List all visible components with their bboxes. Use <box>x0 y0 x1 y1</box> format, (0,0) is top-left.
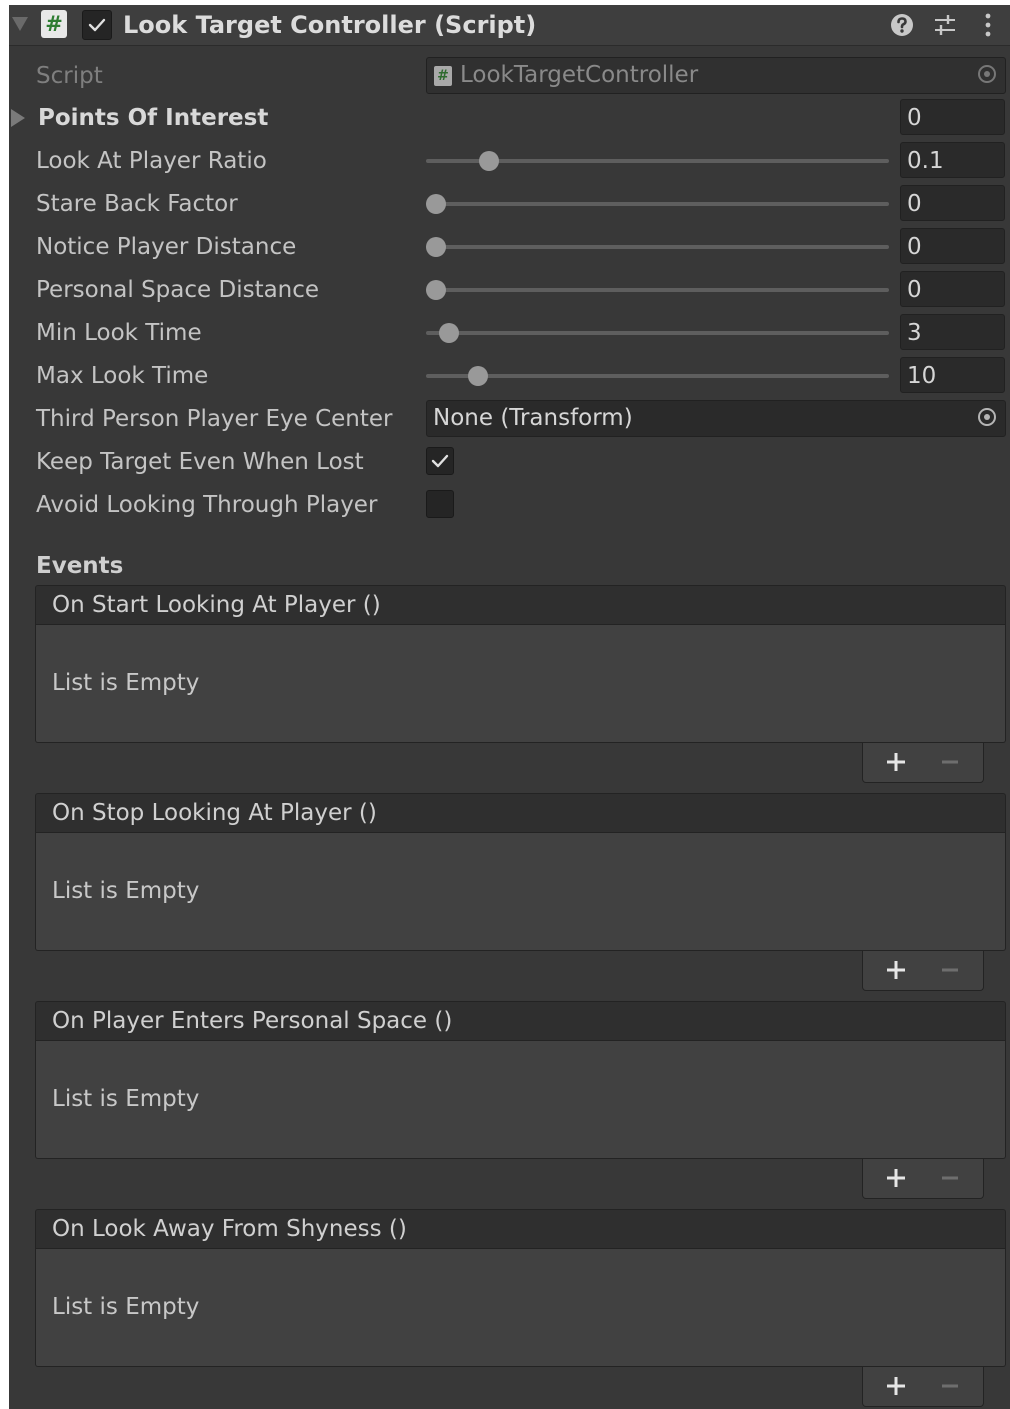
script-value: LookTargetController <box>460 62 699 88</box>
component-enabled-checkbox[interactable] <box>82 10 112 40</box>
event-header: On Start Looking At Player () <box>35 585 1006 625</box>
kebab-menu-icon[interactable] <box>974 11 1002 39</box>
script-object-field: # LookTargetController <box>426 57 1006 94</box>
slider-track[interactable] <box>426 245 889 249</box>
checkmark-icon <box>431 454 449 468</box>
slider-label: Min Look Time <box>36 320 202 346</box>
event-title: On Stop Looking At Player () <box>52 800 377 826</box>
slider-thumb[interactable] <box>426 280 446 300</box>
slider-thumb[interactable] <box>426 194 446 214</box>
event-list-body: List is Empty <box>35 1041 1006 1159</box>
event-header: On Look Away From Shyness () <box>35 1209 1006 1249</box>
script-row: Script # LookTargetController <box>9 56 1010 96</box>
csharp-script-icon: # <box>41 10 67 38</box>
slider-row-personal-space-distance: Personal Space Distance 0 <box>9 270 1010 310</box>
toggle-row-keep-target: Keep Target Even When Lost <box>9 442 1010 482</box>
slider-thumb[interactable] <box>426 237 446 257</box>
slider-track[interactable] <box>426 202 889 206</box>
event-footer <box>862 1159 984 1199</box>
event-title: On Look Away From Shyness () <box>52 1216 407 1242</box>
slider-label: Look At Player Ratio <box>36 148 267 174</box>
event-list-body: List is Empty <box>35 625 1006 743</box>
slider-thumb[interactable] <box>468 366 489 386</box>
avoid-looking-through-checkbox[interactable] <box>426 490 454 518</box>
event-footer <box>862 743 984 783</box>
toggle-label: Keep Target Even When Lost <box>36 449 364 475</box>
slider-label: Personal Space Distance <box>36 277 320 303</box>
event-empty-text: List is Empty <box>52 878 200 904</box>
toggle-row-avoid-looking-through: Avoid Looking Through Player <box>9 485 1010 525</box>
remove-listener-button[interactable] <box>939 959 961 981</box>
foldout-arrow-icon[interactable] <box>11 109 25 127</box>
slider-value-field[interactable]: 0 <box>900 228 1005 264</box>
event-empty-text: List is Empty <box>52 670 200 696</box>
help-icon[interactable] <box>888 11 916 39</box>
checkmark-icon <box>88 18 106 32</box>
remove-listener-button[interactable] <box>939 1167 961 1189</box>
event-empty-text: List is Empty <box>52 1086 200 1112</box>
component-header[interactable]: # Look Target Controller (Script) <box>9 5 1010 46</box>
slider-row-min-look-time: Min Look Time 3 <box>9 313 1010 353</box>
add-listener-button[interactable] <box>885 751 907 773</box>
slider-value-field[interactable]: 0 <box>900 185 1005 221</box>
slider-label: Notice Player Distance <box>36 234 297 260</box>
remove-listener-button[interactable] <box>939 751 961 773</box>
event-title: On Start Looking At Player () <box>52 592 381 618</box>
foldout-arrow-icon[interactable] <box>12 17 28 31</box>
event-footer <box>862 951 984 991</box>
events-section-label: Events <box>36 553 124 579</box>
object-picker-icon <box>978 65 996 83</box>
slider-row-max-look-time: Max Look Time 10 <box>9 356 1010 396</box>
eye-center-label: Third Person Player Eye Center <box>36 406 393 432</box>
points-of-interest-row[interactable]: Points Of Interest 0 <box>9 98 1010 138</box>
slider-track[interactable] <box>426 374 889 378</box>
event-empty-text: List is Empty <box>52 1294 200 1320</box>
points-of-interest-size-field[interactable]: 0 <box>900 99 1005 135</box>
object-picker-icon[interactable] <box>978 408 996 426</box>
event-title: On Player Enters Personal Space () <box>52 1008 453 1034</box>
slider-thumb[interactable] <box>439 323 460 343</box>
slider-value-field[interactable]: 10 <box>900 357 1005 393</box>
eye-center-object-field[interactable]: None (Transform) <box>426 400 1006 437</box>
eye-center-row: Third Person Player Eye Center None (Tra… <box>9 399 1010 439</box>
slider-value-field[interactable]: 0 <box>900 271 1005 307</box>
slider-row-stare-back-factor: Stare Back Factor 0 <box>9 184 1010 224</box>
slider-label: Stare Back Factor <box>36 191 238 217</box>
add-listener-button[interactable] <box>885 1167 907 1189</box>
event-header: On Stop Looking At Player () <box>35 793 1006 833</box>
component-title: Look Target Controller (Script) <box>123 11 537 39</box>
add-listener-button[interactable] <box>885 959 907 981</box>
remove-listener-button[interactable] <box>939 1375 961 1397</box>
slider-value-field[interactable]: 0.1 <box>900 142 1005 178</box>
event-header: On Player Enters Personal Space () <box>35 1001 1006 1041</box>
script-file-icon: # <box>434 66 452 86</box>
inspector-component-panel: # Look Target Controller (Script) Script <box>9 5 1010 1409</box>
toggle-label: Avoid Looking Through Player <box>36 492 378 518</box>
event-list-body: List is Empty <box>35 1249 1006 1367</box>
slider-label: Max Look Time <box>36 363 209 389</box>
eye-center-value: None (Transform) <box>433 405 633 431</box>
slider-track[interactable] <box>426 288 889 292</box>
add-listener-button[interactable] <box>885 1375 907 1397</box>
slider-thumb[interactable] <box>479 151 500 171</box>
presets-icon[interactable] <box>931 11 959 39</box>
slider-value-field[interactable]: 3 <box>900 314 1005 350</box>
slider-row-look-at-player-ratio: Look At Player Ratio 0.1 <box>9 141 1010 181</box>
script-label: Script <box>36 63 103 89</box>
event-footer <box>862 1367 984 1407</box>
slider-track[interactable] <box>426 331 889 335</box>
event-list-body: List is Empty <box>35 833 1006 951</box>
points-of-interest-label[interactable]: Points Of Interest <box>38 98 268 138</box>
keep-target-checkbox[interactable] <box>426 447 454 475</box>
slider-row-notice-player-distance: Notice Player Distance 0 <box>9 227 1010 267</box>
